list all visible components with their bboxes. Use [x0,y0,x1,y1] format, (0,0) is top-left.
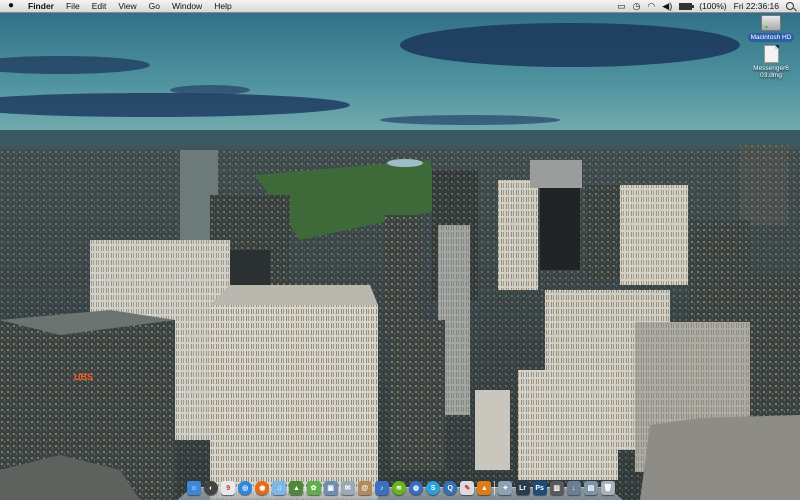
dock-quicktime-icon[interactable]: Q [443,481,458,495]
display-icon[interactable]: ▭ [617,0,626,12]
apple-icon[interactable]: ● [0,0,22,12]
dock-lightroom-icon[interactable]: Lr [515,481,530,495]
dock-photoshop-icon[interactable]: Ps [532,481,547,495]
dock-spotify-icon[interactable]: ≋ [391,481,406,495]
disk-image-icon [763,45,779,63]
desktop-icon-macintosh-hd[interactable]: Macintosh HD [747,15,795,42]
menu-bar: ● Finder File Edit View Go Window Help ▭… [0,0,800,13]
battery-icon[interactable] [679,2,695,10]
ubs-sign: UBS [74,372,93,382]
dock-text-icon[interactable]: ✎ [460,481,475,495]
menu-view[interactable]: View [112,0,142,12]
dock-iphoto-icon[interactable]: ▲ [289,481,304,495]
dock-address-book-icon[interactable]: @ [357,481,372,495]
menu-go[interactable]: Go [143,0,166,12]
dock-firefox-icon[interactable]: ◉ [255,481,270,495]
menu-clock[interactable]: Fri 22:36:16 [734,0,779,12]
dock-dashboard-icon[interactable]: ◐ [204,481,219,495]
menu-window[interactable]: Window [166,0,208,12]
dock-app-store-icon[interactable]: ✦ [498,481,513,495]
menu-help[interactable]: Help [208,0,237,12]
dock-system-icon[interactable]: ◍ [409,481,424,495]
dock-ical-icon[interactable]: 9 [221,481,236,495]
dock-activity-monitor-icon[interactable]: ▥ [549,481,564,495]
dock-vlc-icon[interactable]: ▲ [477,481,492,495]
dock-safari-icon[interactable]: ◎ [238,481,253,495]
hard-drive-icon [761,15,781,31]
dock-itunes-2-icon[interactable]: ♪ [374,481,389,495]
status-area: ▭ ◷ ◠ ◀) (100%) Fri 22:36:16 [617,0,800,12]
dock-mail-icon[interactable]: ✉ [340,481,355,495]
menu-file[interactable]: File [60,0,86,12]
desktop-icon-label: Messenger6 03.dmg [753,65,789,79]
dock-finder-icon[interactable]: ☺ [187,481,201,495]
dock-separator [494,481,496,495]
dock-messenger-icon[interactable]: ✿ [306,481,321,495]
dock-itunes-icon[interactable]: ♫ [272,481,287,495]
desktop-icon-messenger-dmg[interactable]: Messenger6 03.dmg [747,45,795,79]
battery-percent[interactable]: (100%) [699,0,726,12]
volume-icon[interactable]: ◀) [662,0,672,12]
desktop-icon-label: Macintosh HD [747,33,795,42]
dock: ☺ ◐ 9 ◎ ◉ ♫ ▲ ✿ ▣ ✉ @ ♪ ≋ ◍ S Q ✎ ▲ ✦ Lr Ps ▥ ↓ ▤ 🗑 [177,470,623,500]
app-menu-finder[interactable]: Finder [22,0,60,12]
dock-skype-icon[interactable]: S [426,481,441,495]
time-machine-icon[interactable]: ◷ [633,0,641,12]
dock-trash-icon[interactable]: 🗑 [600,481,615,495]
spotlight-icon[interactable] [786,2,794,10]
desktop-wallpaper: UBS [0,0,800,500]
dock-preview-icon[interactable]: ▣ [323,481,338,495]
dock-downloads-icon[interactable]: ↓ [566,481,581,495]
wifi-icon[interactable]: ◠ [647,0,655,12]
menu-edit[interactable]: Edit [86,0,113,12]
dock-documents-icon[interactable]: ▤ [583,481,598,495]
